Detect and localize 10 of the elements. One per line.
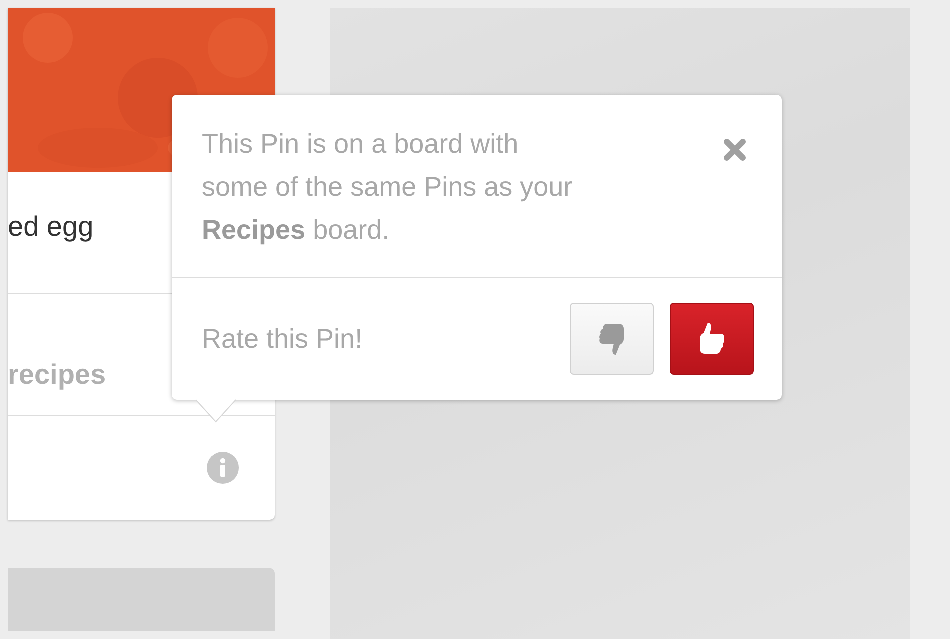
rating-prompt: Rate this Pin! (202, 324, 363, 354)
pin-title: ed egg (8, 210, 94, 242)
close-icon[interactable] (723, 138, 747, 162)
popover-message: This Pin is on a board with some of the same Pins as your Recipes board. (202, 128, 574, 247)
dislike-button[interactable] (570, 303, 654, 375)
info-icon[interactable] (207, 452, 239, 484)
thumbs-down-icon (597, 321, 627, 357)
like-button[interactable] (670, 303, 754, 375)
thumbs-up-icon (697, 321, 727, 357)
board-name[interactable]: recipes (8, 358, 106, 390)
